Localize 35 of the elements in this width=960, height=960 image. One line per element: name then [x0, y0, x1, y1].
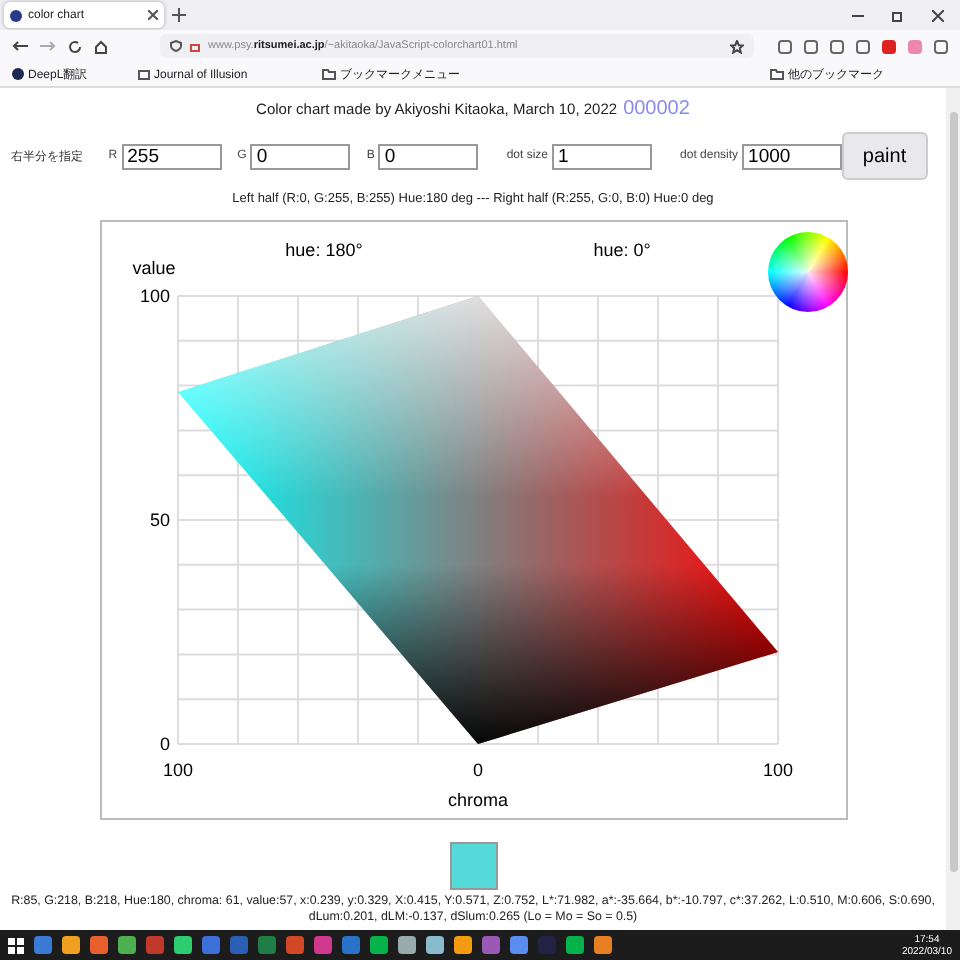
visit-counter: 000002 — [623, 98, 690, 120]
input-field[interactable]: 0 — [378, 143, 479, 169]
plus-icon[interactable] — [172, 8, 186, 22]
shield-icon — [170, 40, 182, 52]
input-field[interactable]: 0 — [250, 143, 351, 169]
axis-title: chroma — [447, 790, 507, 810]
windows-start-icon[interactable] — [8, 937, 24, 953]
hue-label: hue: 180° — [284, 240, 362, 260]
tick-label: 0 — [472, 760, 482, 780]
reload-icon[interactable] — [68, 39, 82, 53]
folder-icon — [322, 68, 337, 80]
folder-icon — [770, 68, 784, 80]
document-icon — [138, 69, 151, 79]
star-icon[interactable] — [730, 39, 744, 53]
tick-label: 100 — [161, 760, 193, 780]
site-icon — [12, 68, 24, 80]
input-field[interactable]: 1 — [552, 143, 653, 169]
tick-label: 100 — [138, 286, 169, 306]
input-field[interactable]: 1000 — [742, 143, 843, 169]
input-field[interactable]: 255 — [121, 143, 222, 169]
scrollbar-thumb[interactable] — [949, 112, 957, 872]
site-icon — [10, 9, 22, 21]
axis-title: value — [131, 258, 175, 278]
home-icon[interactable] — [94, 39, 108, 53]
tick-label: 50 — [148, 510, 169, 530]
color-wheel-icon — [767, 232, 847, 312]
back-icon[interactable] — [12, 40, 28, 52]
close-icon[interactable] — [148, 10, 158, 20]
paint-button[interactable]: paint — [842, 132, 927, 180]
tick-label: 0 — [158, 734, 169, 754]
hue-label: hue: 0° — [592, 240, 650, 260]
minimize-icon[interactable] — [852, 9, 864, 21]
restore-icon[interactable] — [892, 9, 904, 21]
tick-label: 100 — [761, 760, 793, 780]
close-icon[interactable] — [932, 9, 944, 21]
